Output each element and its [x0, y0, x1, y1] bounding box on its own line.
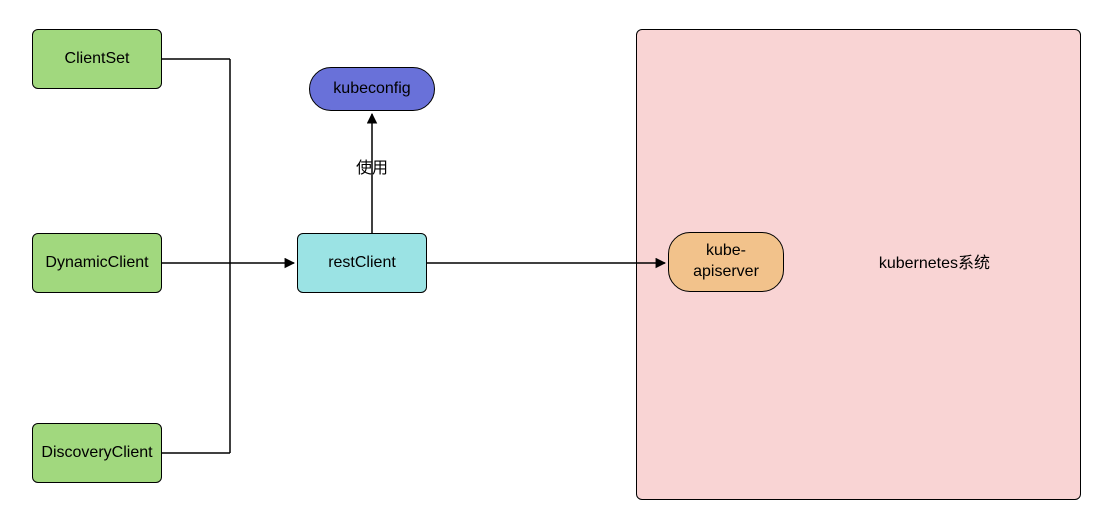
- kubeconfig-node: kubeconfig: [309, 67, 435, 111]
- discoveryclient-node: DiscoveryClient: [32, 423, 162, 483]
- k8s-system-label: kubernetes系统: [879, 254, 990, 275]
- dynamicclient-node: DynamicClient: [32, 233, 162, 293]
- uses-edge-label: 使用: [352, 154, 392, 178]
- clientset-label: ClientSet: [65, 49, 130, 70]
- restclient-node: restClient: [297, 233, 427, 293]
- restclient-label: restClient: [328, 253, 396, 274]
- kubeconfig-label: kubeconfig: [333, 79, 410, 100]
- discoveryclient-label: DiscoveryClient: [41, 443, 152, 464]
- clientset-node: ClientSet: [32, 29, 162, 89]
- kube-apiserver-node: kube-apiserver: [668, 232, 784, 292]
- dynamicclient-label: DynamicClient: [45, 253, 148, 274]
- kube-apiserver-label: kube-apiserver: [677, 241, 775, 283]
